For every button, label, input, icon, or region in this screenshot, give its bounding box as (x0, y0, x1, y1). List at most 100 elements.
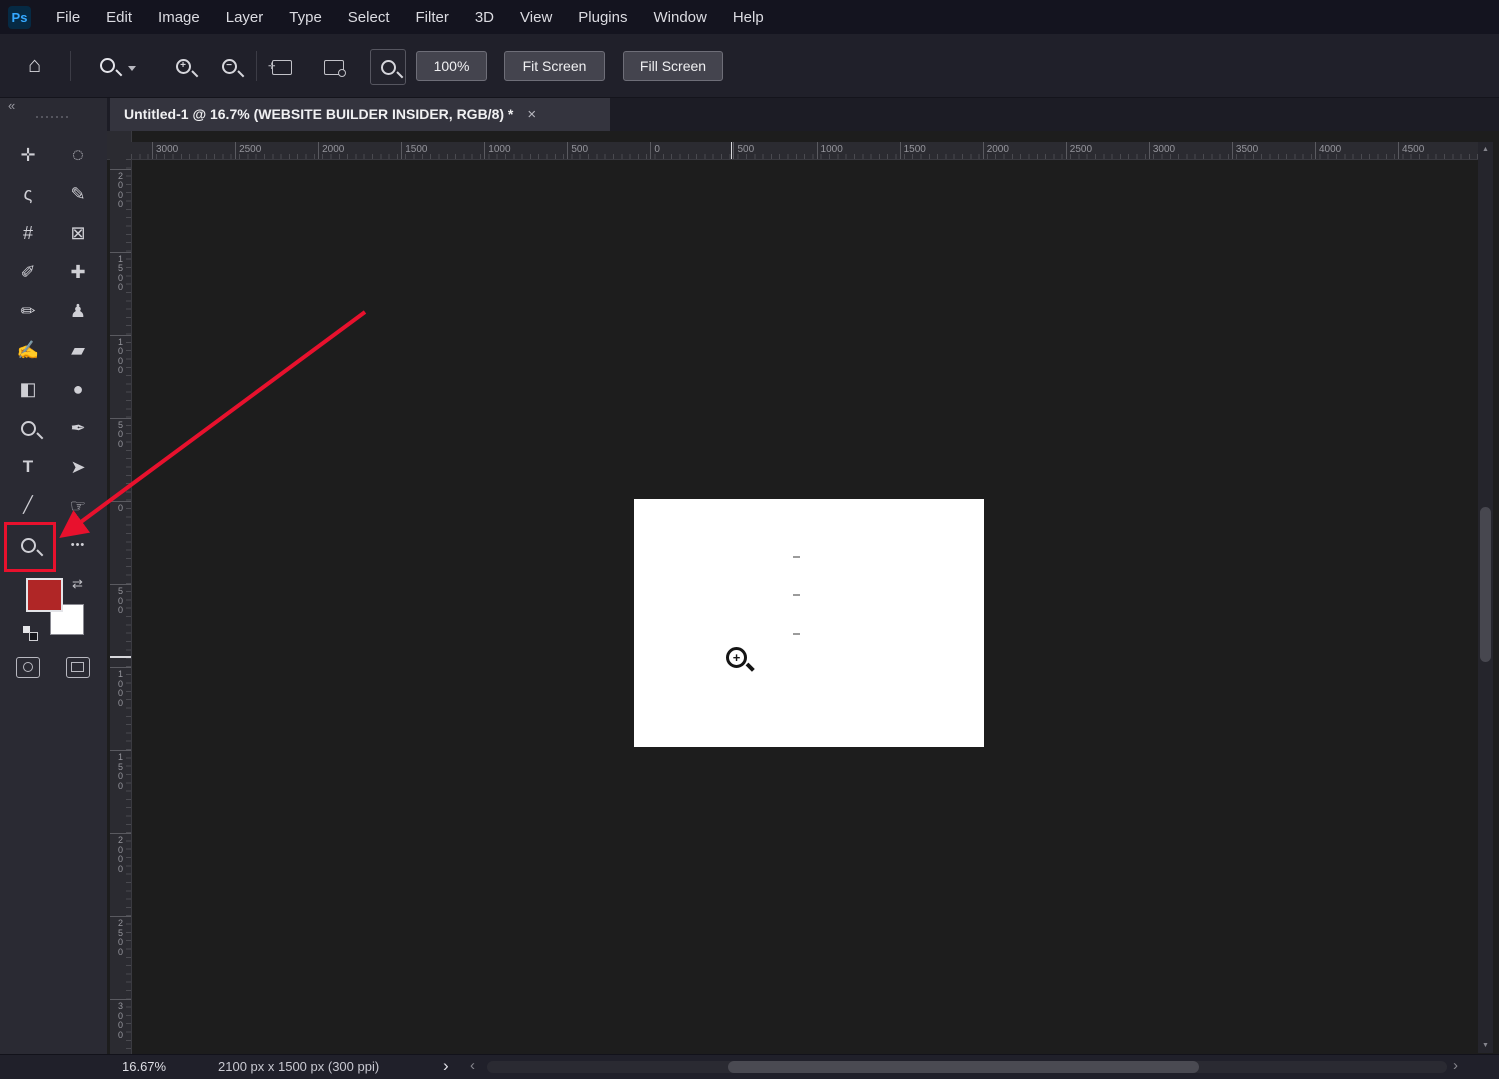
quick-selection-tool[interactable]: ✎ (58, 175, 98, 213)
scroll-up-icon[interactable]: ▲ (1478, 146, 1493, 153)
horizontal-ruler[interactable]: 3000 2500 2000 1500 1000 500 0 500 1000 1500 2000 2… (131, 142, 1478, 160)
v-ruler-label: 2 5 0 0 (110, 916, 131, 957)
zoom-in-icon (175, 58, 191, 74)
menu-item-3d[interactable]: 3D (462, 9, 507, 26)
v-ruler-label: 5 0 0 (110, 417, 131, 450)
document-tab[interactable]: Untitled-1 @ 16.7% (WEBSITE BUILDER INSI… (110, 97, 610, 131)
menu-item-edit[interactable]: Edit (93, 9, 145, 26)
zoom-100-button[interactable]: 100% (416, 51, 487, 81)
resize-windows-to-fit-icon[interactable]: ✛ (268, 60, 292, 75)
screen-mode-icon[interactable] (66, 657, 90, 678)
tool-preset-caret-icon[interactable] (128, 66, 136, 71)
lasso-tool[interactable]: ς (8, 175, 48, 213)
magnifier-icon (20, 420, 36, 436)
status-info-chevron-icon[interactable]: › (443, 1056, 449, 1076)
brush-tool[interactable]: ✏ (8, 292, 48, 330)
magnifier-icon (380, 59, 396, 75)
current-zoom-tool-icon[interactable] (100, 58, 115, 78)
horizontal-scrollbar-thumb[interactable] (728, 1061, 1199, 1073)
default-colors-icon[interactable] (23, 626, 38, 641)
crop-tool-icon: # (22, 223, 33, 243)
more-tools[interactable]: ••• (58, 526, 98, 564)
blur-tool[interactable]: ● (58, 370, 98, 408)
fit-screen-button[interactable]: Fit Screen (504, 51, 605, 81)
frame-tool[interactable]: ⊠ (58, 214, 98, 252)
ruler-origin-corner[interactable] (107, 131, 132, 160)
v-ruler-label: 1 5 0 0 (110, 251, 131, 293)
magnifier-icon (100, 58, 115, 73)
hand-tool[interactable]: ☞ (58, 487, 98, 525)
clone-stamp-tool-icon: ♟ (69, 301, 87, 321)
gradient-tool[interactable]: ◧ (8, 370, 48, 408)
crop-tool[interactable]: # (8, 214, 48, 252)
h-ruler-label: 2500 (1065, 142, 1092, 159)
tab-close-icon[interactable]: × (527, 106, 536, 123)
brush-tool-icon: ✏ (20, 301, 36, 321)
h-ruler-label: 2500 (235, 142, 261, 159)
options-bar: ⌂ ✛ 100% Fit Screen Fill Screen (0, 34, 1499, 98)
scroll-down-icon[interactable]: ▼ (1478, 1042, 1493, 1049)
v-ruler-label: 1 0 0 0 (110, 334, 131, 376)
canvas-placeholder-mark (793, 633, 800, 635)
elliptical-marquee-tool[interactable]: ◌ (58, 136, 98, 174)
dodge-tool[interactable] (8, 409, 48, 447)
menu-item-image[interactable]: Image (145, 9, 213, 26)
foreground-color-swatch[interactable] (26, 578, 63, 612)
divider (256, 51, 257, 81)
horizontal-scrollbar[interactable] (487, 1061, 1447, 1073)
swap-colors-icon[interactable]: ⇄ (72, 576, 83, 592)
canvas-placeholder-mark (793, 594, 800, 596)
spot-healing-brush-tool-icon: ✚ (70, 262, 86, 282)
menu-item-select[interactable]: Select (335, 9, 403, 26)
zoom-in-button[interactable] (166, 49, 200, 83)
eraser-tool-icon: ▰ (71, 340, 85, 360)
menu-item-filter[interactable]: Filter (403, 9, 462, 26)
clone-stamp-tool[interactable]: ♟ (58, 292, 98, 330)
menu-item-window[interactable]: Window (640, 9, 719, 26)
menu-bar: Ps File Edit Image Layer Type Select Filter 3D V… (0, 0, 1499, 34)
menu-item-file[interactable]: File (43, 9, 93, 26)
spot-healing-brush-tool[interactable]: ✚ (58, 253, 98, 291)
zoom-all-windows-icon[interactable] (324, 60, 346, 77)
menu-item-help[interactable]: Help (720, 9, 777, 26)
scrubby-zoom-button[interactable] (370, 49, 406, 85)
h-ruler-label: 500 (567, 142, 588, 159)
path-selection-tool[interactable]: ➤ (58, 448, 98, 486)
eyedropper-tool[interactable]: ✐ (8, 253, 48, 291)
home-icon[interactable]: ⌂ (28, 52, 41, 78)
photoshop-logo-icon[interactable]: Ps (8, 5, 31, 29)
type-tool[interactable]: T (8, 448, 48, 486)
menu-item-plugins[interactable]: Plugins (565, 9, 640, 26)
tool-panel: « ✛ ◌ ς ✎ # ⊠ ✐ ✚ ✏ ♟ ✍ ▰ ◧ ● ✒ T ➤ ╱ ☞ ••• ⇄ (0, 97, 107, 1055)
cursor-position-mark (731, 142, 732, 159)
eraser-tool[interactable]: ▰ (58, 331, 98, 369)
canvas-placeholder-mark (793, 556, 800, 558)
menu-item-type[interactable]: Type (276, 9, 335, 26)
pen-tool[interactable]: ✒ (58, 409, 98, 447)
quick-mask-mode-icon[interactable] (16, 657, 40, 678)
h-ruler-label: 2000 (318, 142, 344, 159)
scroll-right-icon[interactable]: › (1453, 1057, 1458, 1074)
h-ruler-label: 1000 (816, 142, 843, 159)
vertical-scrollbar[interactable]: ▲ ▼ (1478, 142, 1493, 1053)
scroll-left-icon[interactable]: ‹ (470, 1057, 475, 1074)
collapse-panel-icon[interactable]: « (8, 98, 15, 113)
status-document-info[interactable]: 2100 px x 1500 px (300 ppi) (218, 1059, 379, 1074)
menu-item-layer[interactable]: Layer (213, 9, 277, 26)
history-brush-tool[interactable]: ✍ (8, 331, 48, 369)
v-ruler-label: 0 (110, 501, 131, 514)
fill-screen-button[interactable]: Fill Screen (623, 51, 723, 81)
vertical-scrollbar-thumb[interactable] (1480, 507, 1491, 662)
move-tool[interactable]: ✛ (8, 136, 48, 174)
vertical-ruler[interactable]: 2 0 0 0 1 5 0 0 1 0 0 0 5 0 0 0 5 0 0 1 0 0 0 1… (110, 159, 132, 1055)
v-ruler-label: 2 0 0 0 (110, 168, 131, 210)
lasso-tool-icon: ς (23, 184, 33, 204)
canvas-viewport[interactable] (131, 159, 1478, 1055)
zoom-in-cursor-icon (726, 647, 747, 668)
status-zoom-level[interactable]: 16.67% (122, 1059, 166, 1074)
line-tool[interactable]: ╱ (8, 487, 48, 525)
zoom-out-button[interactable] (212, 49, 246, 83)
canvas-document[interactable] (634, 499, 984, 747)
menu-item-view[interactable]: View (507, 9, 565, 26)
panel-grip[interactable] (36, 116, 70, 118)
